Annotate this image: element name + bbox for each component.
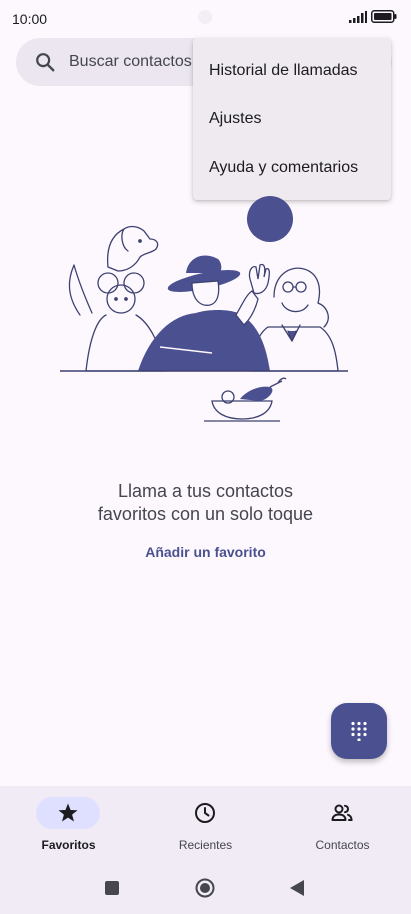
menu-item-help-feedback[interactable]: Ayuda y comentarios <box>193 144 391 192</box>
favorites-illustration <box>60 196 348 422</box>
nav-label-contacts: Contactos <box>315 838 370 852</box>
search-placeholder: Buscar contactos <box>69 53 192 70</box>
empty-state-line-2: favoritos con un solo toque <box>97 504 314 524</box>
camera-cutout <box>198 10 212 24</box>
add-favorite-link[interactable]: Añadir un favorito <box>0 544 411 560</box>
triangle-icon[interactable] <box>290 880 304 896</box>
menu-item-call-history[interactable]: Historial de llamadas <box>193 47 391 95</box>
nav-label-recents: Recientes <box>178 838 233 852</box>
dialpad-fab[interactable] <box>331 703 387 759</box>
square-icon[interactable] <box>105 881 119 895</box>
signal-icon <box>349 10 367 23</box>
system-navigation-bar <box>0 866 411 914</box>
nav-item-contacts[interactable]: Contactos <box>274 786 411 866</box>
empty-state-message: Llama a tus contactos favoritos con un s… <box>0 480 411 526</box>
star-icon <box>58 803 78 822</box>
status-time: 10:00 <box>12 11 48 27</box>
status-bar: 10:00 <box>0 0 411 38</box>
nav-item-recents[interactable]: Recientes <box>137 786 274 866</box>
menu-item-settings[interactable]: Ajustes <box>193 95 391 143</box>
dialpad-icon <box>351 721 367 741</box>
nav-label-favorites: Favoritos <box>41 838 96 852</box>
battery-icon <box>371 10 397 23</box>
empty-state-line-1: Llama a tus contactos <box>117 481 294 501</box>
clock-icon <box>195 803 215 823</box>
overflow-menu: Historial de llamadas Ajustes Ayuda y co… <box>193 38 391 200</box>
nav-item-favorites[interactable]: Favoritos <box>0 786 137 866</box>
search-icon <box>36 53 55 72</box>
people-icon <box>331 804 353 821</box>
bottom-navigation: Favoritos Recientes Contactos <box>0 786 411 866</box>
circle-icon[interactable] <box>195 878 215 898</box>
system-icons <box>349 10 397 23</box>
